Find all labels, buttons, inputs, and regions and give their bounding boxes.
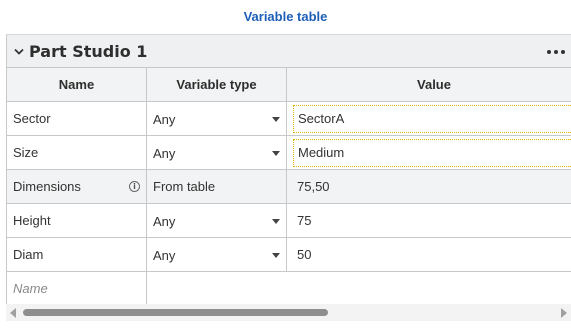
variable-type-select[interactable]: Any [146, 135, 287, 170]
variable-type-readonly: From table [146, 169, 287, 204]
new-variable-row: Name [6, 271, 571, 306]
table-row: Diam Any 50 [6, 237, 571, 272]
variable-value[interactable]: Medium [293, 138, 571, 167]
variable-type-value: Any [153, 214, 176, 229]
caret-down-icon[interactable] [272, 253, 280, 258]
variable-value-cell[interactable]: SectorA [286, 101, 571, 136]
variable-value: 75,50 [297, 178, 330, 194]
variable-value[interactable]: 75 [293, 205, 571, 237]
caret-down-icon[interactable] [272, 117, 280, 122]
empty-cell [147, 272, 287, 306]
variable-type-value: Any [153, 248, 176, 263]
more-horizontal-icon[interactable] [547, 35, 565, 69]
section-title: Part Studio 1 [29, 42, 148, 61]
table-row: Size Any Medium [6, 135, 571, 170]
chevron-down-icon[interactable] [9, 35, 29, 69]
variable-type-select[interactable]: Any [146, 101, 287, 136]
scroll-right-icon[interactable] [561, 308, 567, 318]
part-studio-section-header[interactable]: Part Studio 1 [6, 34, 571, 68]
caret-down-icon[interactable] [272, 219, 280, 224]
table-header-row: Name Variable type Value [6, 67, 571, 102]
variable-value[interactable]: SectorA [293, 104, 571, 133]
variable-table-panel: Variable table Part Studio 1 Name Variab… [0, 0, 571, 332]
variable-name[interactable]: Height [6, 203, 147, 238]
variable-name-text: Dimensions [13, 179, 81, 194]
horizontal-scrollbar[interactable] [6, 304, 571, 321]
column-header-value[interactable]: Value [286, 67, 571, 102]
empty-cell [287, 272, 571, 306]
variables-table: Name Variable type Value Sector Any Sect… [6, 67, 571, 306]
variable-name[interactable]: Diam [6, 237, 147, 272]
variable-type-select[interactable]: Any [146, 203, 287, 238]
variable-value-cell: 75,50 [286, 169, 571, 204]
scrollbar-thumb[interactable] [23, 309, 328, 316]
column-header-name[interactable]: Name [6, 67, 147, 102]
variable-value-cell[interactable]: Medium [286, 135, 571, 170]
variable-type-value: Any [153, 146, 176, 161]
variable-name[interactable]: Sector [6, 101, 147, 136]
scroll-left-icon[interactable] [10, 308, 16, 318]
table-row: Sector Any SectorA [6, 101, 571, 136]
panel-title: Variable table [243, 9, 328, 24]
variable-value-cell[interactable]: 50 [286, 237, 571, 272]
variable-type-select[interactable]: Any [146, 237, 287, 272]
table-row: Height Any 75 [6, 203, 571, 238]
variable-name[interactable]: Dimensions i [6, 169, 147, 204]
new-variable-name-input[interactable]: Name [6, 271, 147, 306]
caret-down-icon[interactable] [272, 151, 280, 156]
variable-value-cell[interactable]: 75 [286, 203, 571, 238]
variable-value[interactable]: 50 [293, 239, 571, 271]
column-header-variable-type[interactable]: Variable type [146, 67, 287, 102]
variable-name[interactable]: Size [6, 135, 147, 170]
variable-type-value: Any [153, 112, 176, 127]
info-icon[interactable]: i [129, 181, 140, 192]
table-row: Dimensions i From table 75,50 [6, 169, 571, 204]
